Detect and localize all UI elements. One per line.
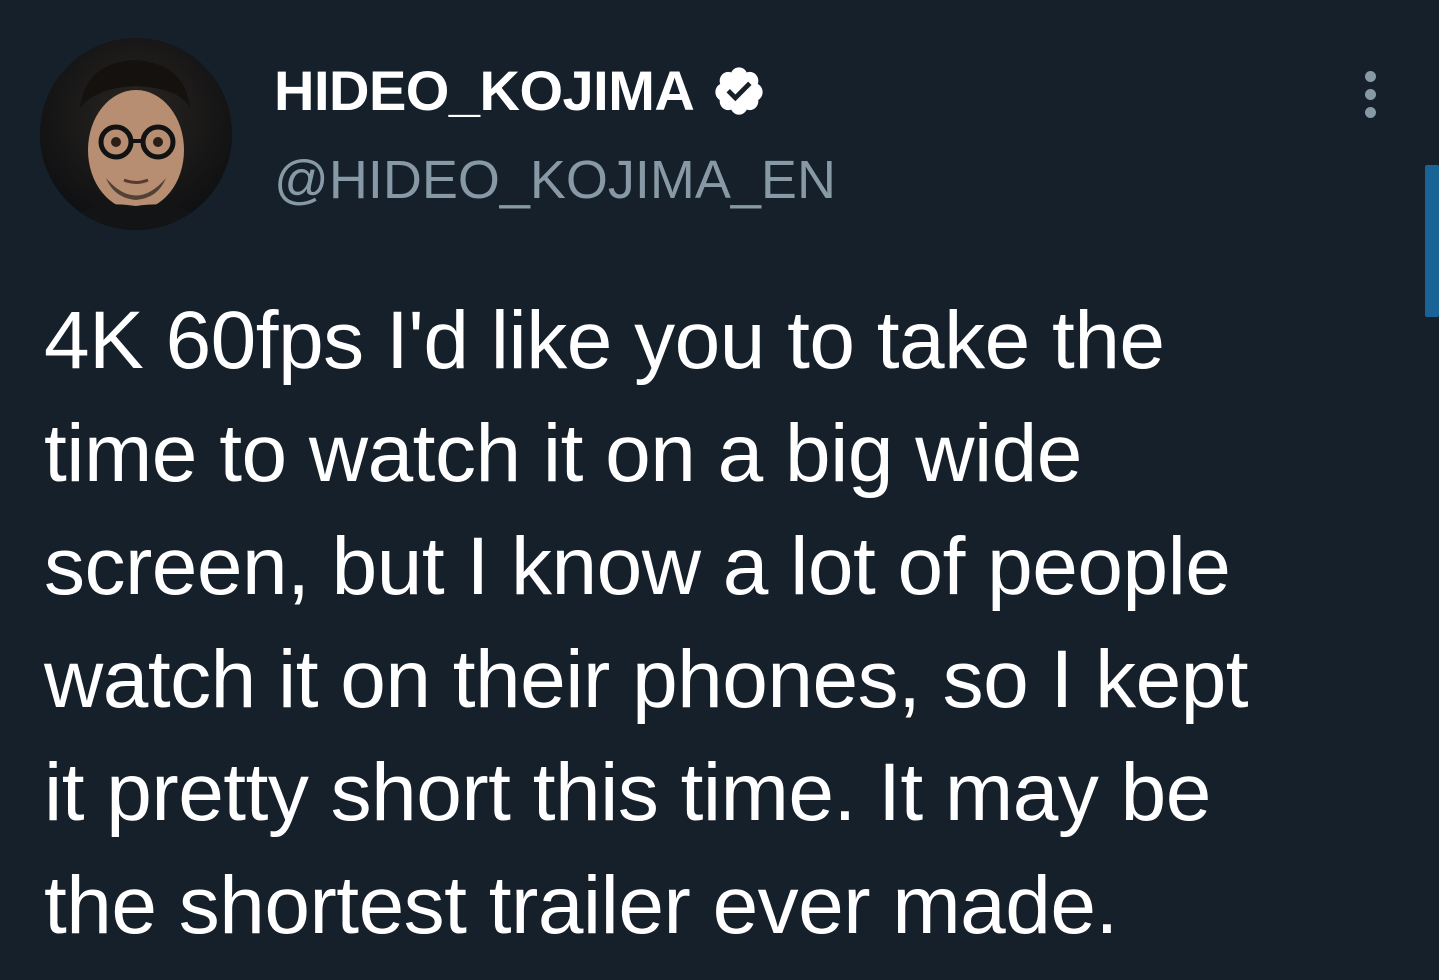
more-vertical-icon (1364, 70, 1376, 82)
tweet-text-line: the shortest trailer ever made. (44, 860, 1118, 951)
tweet-text-line: time to watch it on a big wide (44, 408, 1082, 499)
verified-badge-icon (712, 64, 766, 118)
avatar-photo (40, 38, 232, 230)
author-handle[interactable]: @HIDEO_KOJIMA_EN (274, 148, 1174, 212)
avatar[interactable] (40, 38, 232, 230)
more-vertical-icon (1364, 88, 1376, 100)
author-display-name[interactable]: HIDEO_KOJIMA (274, 56, 695, 126)
author-info: HIDEO_KOJIMA @HIDEO_KOJIMA_EN (274, 56, 1174, 212)
author-name-row: HIDEO_KOJIMA (274, 56, 1174, 126)
more-vertical-icon (1364, 106, 1376, 118)
scrollbar-thumb[interactable] (1425, 165, 1439, 317)
tweet-text-line: it pretty short this time. It may be (44, 747, 1211, 838)
more-options-button[interactable] (1342, 62, 1398, 126)
tweet-text-line: 4K 60fps I'd like you to take the (44, 295, 1165, 386)
tweet-text-line: watch it on their phones, so I kept (44, 634, 1249, 725)
tweet-text: 4K 60fps I'd like you to take the time t… (44, 284, 1414, 962)
tweet-card: HIDEO_KOJIMA @HIDEO_KOJIMA_EN 4K 60fps I… (0, 0, 1439, 980)
tweet-text-line: screen, but I know a lot of people (44, 521, 1231, 612)
